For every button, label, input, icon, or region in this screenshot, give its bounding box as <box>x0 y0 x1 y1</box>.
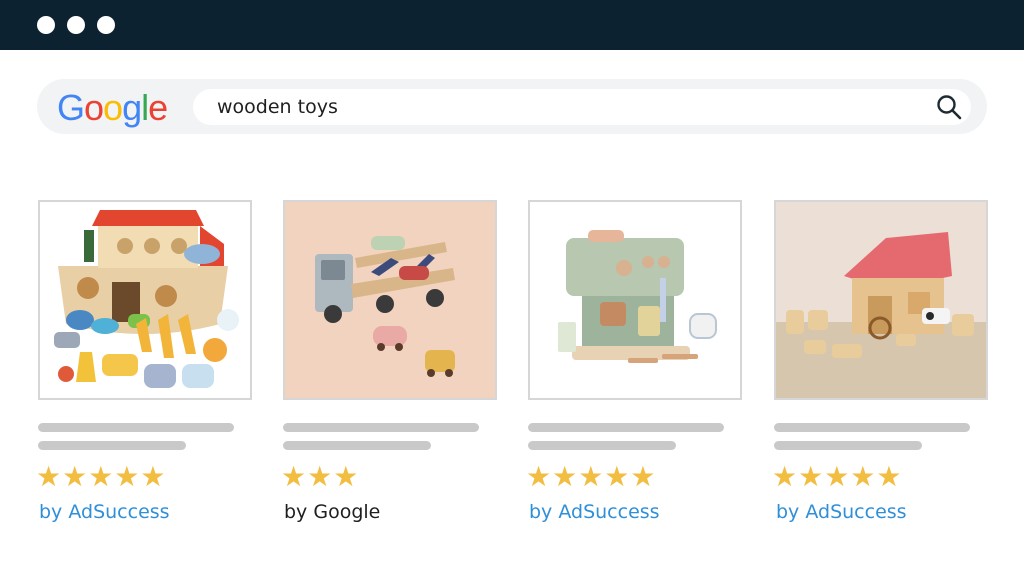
logo-letter: o <box>84 87 104 128</box>
window-maximize-dot[interactable] <box>97 16 115 34</box>
result-image-noahs-ark[interactable] <box>38 200 252 400</box>
farm-house-illustration <box>776 202 986 398</box>
result-image-car-transporter[interactable] <box>283 200 497 400</box>
title-placeholder-line <box>38 423 234 432</box>
byline-text: by Google <box>284 501 381 523</box>
title-placeholder-line <box>528 441 676 450</box>
search-bar: Google wooden toys <box>37 79 987 134</box>
window-titlebar <box>0 0 1024 50</box>
logo-letter: o <box>103 87 123 128</box>
logo-letter: G <box>57 87 85 128</box>
logo-letter: e <box>148 87 168 128</box>
window-minimize-dot[interactable] <box>67 16 85 34</box>
title-placeholder-line <box>774 441 922 450</box>
byline-link[interactable]: by AdSuccess <box>529 501 660 523</box>
title-placeholder-line <box>528 423 724 432</box>
search-input[interactable]: wooden toys <box>193 89 971 125</box>
result-image-farm-house[interactable] <box>774 200 988 400</box>
window-close-dot[interactable] <box>37 16 55 34</box>
result-image-coffee-machine[interactable] <box>528 200 742 400</box>
logo-letter: g <box>122 87 142 128</box>
star-rating: ★★★★★ <box>526 461 657 492</box>
title-placeholder-line <box>38 441 186 450</box>
title-placeholder-line <box>283 441 431 450</box>
car-transporter-illustration <box>285 202 495 398</box>
byline-link[interactable]: by AdSuccess <box>776 501 907 523</box>
title-placeholder-line <box>283 423 479 432</box>
search-icon[interactable] <box>935 93 963 121</box>
search-query: wooden toys <box>217 96 338 118</box>
noahs-ark-illustration <box>40 202 250 398</box>
byline-link[interactable]: by AdSuccess <box>39 501 170 523</box>
google-logo: Google <box>57 87 168 129</box>
coffee-machine-illustration <box>530 202 740 398</box>
star-rating: ★★★★★ <box>772 461 903 492</box>
star-rating: ★★★★★ <box>36 461 167 492</box>
star-rating: ★★★ <box>281 461 360 492</box>
title-placeholder-line <box>774 423 970 432</box>
